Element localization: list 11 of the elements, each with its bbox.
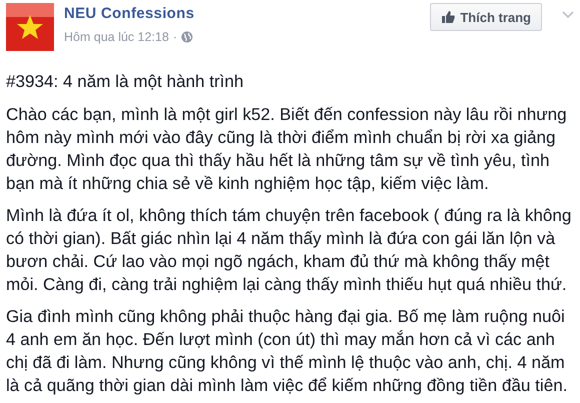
chevron-down-icon[interactable]	[562, 11, 574, 19]
post-paragraph: Mình là đứa ít ol, không thích tám chuyện trên facebook ( đúng ra là không có thời gian). Bất giác nhìn lại 4 năm thấy mình là đứa con gái lăn lộn và bươn chải. Cứ lao vào mọi ngõ ngách, kham đủ thứ mà không thấy mệt mỏi. Càng đi, càng trải nghiệm lại càng thấy mình thiếu hụt quá nhiều thứ.	[6, 205, 572, 296]
post-paragraph: Chào các bạn, mình là một girl k52. Biết đến confession này lâu rồi nhưng hôm này mình mới vào đây cũng là thời điểm mình chuẩn bị rời xa giảng đường. Mình đọc qua thì thấy hầu hết là những tâm sự về tình yêu, tình bạn mà ít những chia sẻ về kinh nghiệm học tập, kiếm việc làm.	[6, 104, 568, 195]
page-name[interactable]: NEU Confessions	[64, 5, 420, 22]
post-title: #3934: 4 năm là một hành trình	[6, 71, 245, 93]
globe-icon	[181, 31, 194, 43]
flag-avatar	[6, 3, 54, 51]
separator: ·	[172, 30, 178, 44]
thumbs-up-icon	[441, 10, 456, 24]
like-page-button[interactable]: Thích trang	[430, 3, 542, 31]
post-paragraph: Gia đình mình cũng không phải thuộc hàng đại gia. Bố mẹ làm ruộng nuôi 4 anh em ăn học. Đến lượt mình (con út) thì may mắn hơn cả vì các anh chị đã đi làm. Nhưng cũng không vì thế mình lệ thuộc vào anh, chị. 4 năm là cả quãng thời gian dài mình làm việc để kiếm những đồng tiền đầu tiên.	[6, 306, 568, 397]
